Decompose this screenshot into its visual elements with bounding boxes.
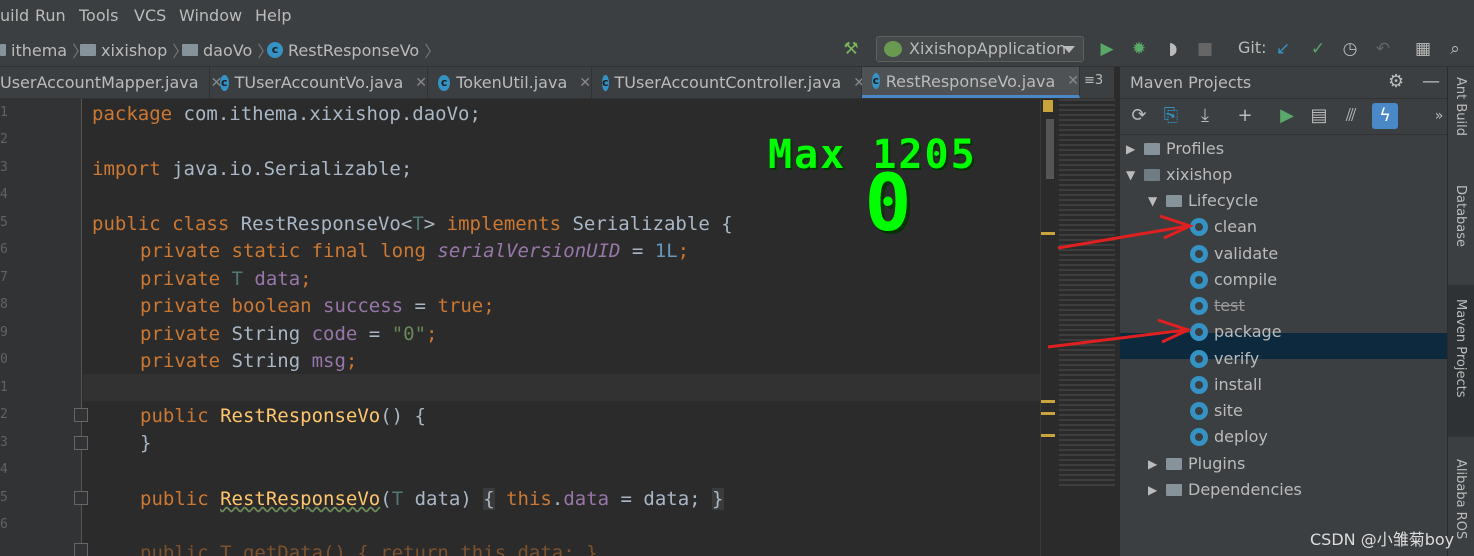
red-arrow-clean (1057, 214, 1195, 250)
watermark: CSDN @小雏菊boy (1310, 530, 1455, 549)
annotation-arrows (1047, 214, 1195, 349)
red-arrow-package (1047, 318, 1193, 349)
